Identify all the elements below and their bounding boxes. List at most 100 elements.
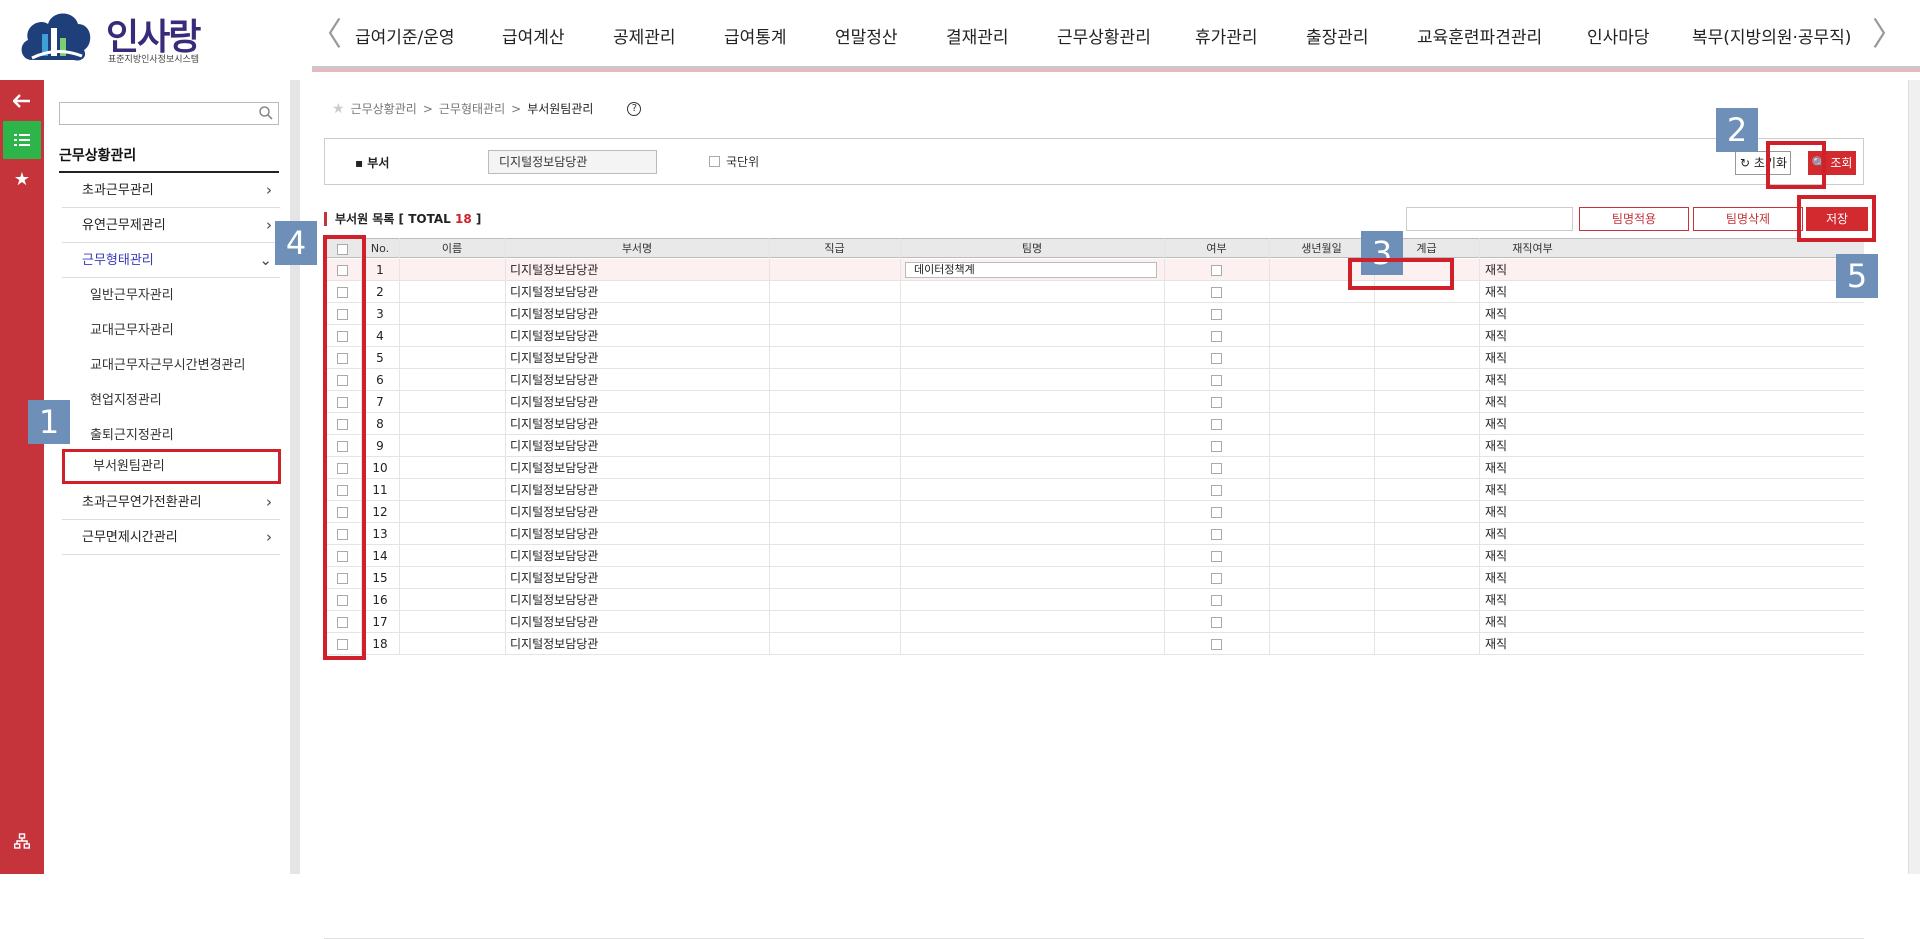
cell-team[interactable] bbox=[900, 457, 1164, 478]
table-row[interactable]: 11 디지털정보담당관 재직 bbox=[324, 479, 1864, 501]
checkbox-icon[interactable] bbox=[709, 156, 720, 167]
table-row[interactable]: 2 디지털정보담당관 재직 bbox=[324, 281, 1864, 303]
sitemap-icon[interactable] bbox=[3, 822, 41, 860]
flag-checkbox[interactable] bbox=[1211, 353, 1222, 364]
cell-flag[interactable] bbox=[1164, 259, 1269, 280]
nav-item-deduction[interactable]: 공제관리 bbox=[613, 23, 676, 48]
team-name-input[interactable] bbox=[1406, 207, 1573, 231]
row-select-cell[interactable] bbox=[324, 369, 361, 390]
app-logo[interactable]: 인사랑 표준지방인사정보시스템 bbox=[18, 4, 218, 70]
flag-checkbox[interactable] bbox=[1211, 419, 1222, 430]
table-row[interactable]: 3 디지털정보담당관 재직 bbox=[324, 303, 1864, 325]
table-row[interactable]: 1 디지털정보담당관 데이터정책계 재직 bbox=[324, 259, 1864, 281]
sidebar-item-exemption[interactable]: 근무면제시간관리 › bbox=[62, 520, 280, 555]
sidebar-item-flexwork[interactable]: 유연근무제관리 › bbox=[62, 208, 280, 243]
sidebar-subitem-dept-team[interactable]: 부서원팀관리 bbox=[62, 449, 281, 484]
nav-item-pay-stats[interactable]: 급여통계 bbox=[724, 23, 787, 48]
nav-item-year-end[interactable]: 연말정산 bbox=[835, 23, 898, 48]
help-icon[interactable]: ? bbox=[627, 101, 642, 116]
nav-item-hr[interactable]: 인사마당 bbox=[1587, 23, 1650, 48]
row-checkbox[interactable] bbox=[337, 617, 348, 628]
cell-flag[interactable] bbox=[1164, 479, 1269, 500]
breadcrumb-level2[interactable]: 근무형태관리 bbox=[439, 100, 505, 117]
col-header-status[interactable]: 재직여부 bbox=[1479, 239, 1586, 257]
table-row[interactable]: 9 디지털정보담당관 재직 bbox=[324, 435, 1864, 457]
flag-checkbox[interactable] bbox=[1211, 463, 1222, 474]
team-name-cell-input[interactable]: 데이터정책계 bbox=[905, 262, 1157, 278]
flag-checkbox[interactable] bbox=[1211, 573, 1222, 584]
cell-flag[interactable] bbox=[1164, 567, 1269, 588]
cell-flag[interactable] bbox=[1164, 633, 1269, 654]
col-header-dept[interactable]: 부서명 bbox=[505, 239, 769, 257]
list-icon[interactable] bbox=[3, 121, 41, 159]
flag-checkbox[interactable] bbox=[1211, 551, 1222, 562]
row-checkbox[interactable] bbox=[337, 331, 348, 342]
select-all-checkbox[interactable] bbox=[337, 243, 348, 255]
cell-team[interactable] bbox=[900, 567, 1164, 588]
sidebar-subitem-shift[interactable]: 교대근무자관리 bbox=[70, 313, 280, 348]
row-select-cell[interactable] bbox=[324, 259, 361, 280]
row-checkbox[interactable] bbox=[337, 265, 348, 276]
col-header-no[interactable]: No. bbox=[361, 239, 399, 257]
nav-item-work-status[interactable]: 근무상황관리 bbox=[1057, 23, 1151, 48]
cell-team[interactable] bbox=[900, 369, 1164, 390]
star-icon[interactable]: ★ bbox=[3, 160, 41, 198]
sidebar-scrollbar[interactable] bbox=[290, 80, 300, 874]
cell-team[interactable] bbox=[900, 501, 1164, 522]
row-select-cell[interactable] bbox=[324, 589, 361, 610]
table-row[interactable]: 13 디지털정보담당관 재직 bbox=[324, 523, 1864, 545]
table-row[interactable]: 15 디지털정보담당관 재직 bbox=[324, 567, 1864, 589]
cell-flag[interactable] bbox=[1164, 611, 1269, 632]
row-select-cell[interactable] bbox=[324, 545, 361, 566]
row-checkbox[interactable] bbox=[337, 529, 348, 540]
nav-item-pay-standard[interactable]: 급여기준/운영 bbox=[355, 23, 455, 48]
table-row[interactable]: 18 디지털정보담당관 재직 bbox=[324, 633, 1864, 655]
row-select-cell[interactable] bbox=[324, 325, 361, 346]
search-button[interactable]: 🔍 조회 bbox=[1808, 151, 1856, 175]
row-checkbox[interactable] bbox=[337, 485, 348, 496]
nav-item-trip[interactable]: 출장관리 bbox=[1306, 23, 1369, 48]
row-checkbox[interactable] bbox=[337, 353, 348, 364]
flag-checkbox[interactable] bbox=[1211, 507, 1222, 518]
row-checkbox[interactable] bbox=[337, 551, 348, 562]
flag-checkbox[interactable] bbox=[1211, 441, 1222, 452]
row-select-cell[interactable] bbox=[324, 457, 361, 478]
row-select-cell[interactable] bbox=[324, 281, 361, 302]
nav-next-arrow-icon[interactable]: 〉 bbox=[1872, 18, 1904, 50]
row-select-cell[interactable] bbox=[324, 303, 361, 324]
arrow-left-icon[interactable] bbox=[3, 82, 41, 120]
main-scrollbar[interactable] bbox=[1908, 80, 1920, 874]
row-select-cell[interactable] bbox=[324, 611, 361, 632]
row-checkbox[interactable] bbox=[337, 441, 348, 452]
table-row[interactable]: 12 디지털정보담당관 재직 bbox=[324, 501, 1864, 523]
delete-team-button[interactable]: 팀명삭제 bbox=[1693, 207, 1803, 231]
breadcrumb-level1[interactable]: 근무상황관리 bbox=[351, 100, 417, 117]
cell-team[interactable] bbox=[900, 611, 1164, 632]
row-select-cell[interactable] bbox=[324, 391, 361, 412]
star-icon[interactable]: ★ bbox=[332, 101, 345, 117]
cell-flag[interactable] bbox=[1164, 369, 1269, 390]
row-checkbox[interactable] bbox=[337, 463, 348, 474]
sidebar-item-worktype[interactable]: 근무형태관리 ⌄ bbox=[62, 243, 280, 278]
row-checkbox[interactable] bbox=[337, 309, 348, 320]
cell-flag[interactable] bbox=[1164, 347, 1269, 368]
row-select-cell[interactable] bbox=[324, 633, 361, 654]
flag-checkbox[interactable] bbox=[1211, 595, 1222, 606]
cell-flag[interactable] bbox=[1164, 391, 1269, 412]
nav-item-approval[interactable]: 결재관리 bbox=[946, 23, 1009, 48]
row-select-cell[interactable] bbox=[324, 479, 361, 500]
cell-flag[interactable] bbox=[1164, 457, 1269, 478]
flag-checkbox[interactable] bbox=[1211, 375, 1222, 386]
cell-flag[interactable] bbox=[1164, 413, 1269, 434]
cell-team[interactable] bbox=[900, 347, 1164, 368]
cell-team[interactable] bbox=[900, 435, 1164, 456]
row-checkbox[interactable] bbox=[337, 573, 348, 584]
nav-item-service[interactable]: 복무(지방의원·공무직) bbox=[1692, 23, 1851, 48]
sidebar-subitem-field[interactable]: 현업지정관리 bbox=[70, 383, 280, 418]
sidebar-item-overtime[interactable]: 초과근무관리 › bbox=[62, 173, 280, 208]
cell-team[interactable] bbox=[900, 391, 1164, 412]
row-select-cell[interactable] bbox=[324, 435, 361, 456]
sidebar-search-input[interactable] bbox=[59, 102, 279, 125]
sidebar-item-overtime-convert[interactable]: 초과근무연가전환관리 › bbox=[62, 485, 280, 520]
col-header-birth[interactable]: 생년월일 bbox=[1269, 239, 1374, 257]
